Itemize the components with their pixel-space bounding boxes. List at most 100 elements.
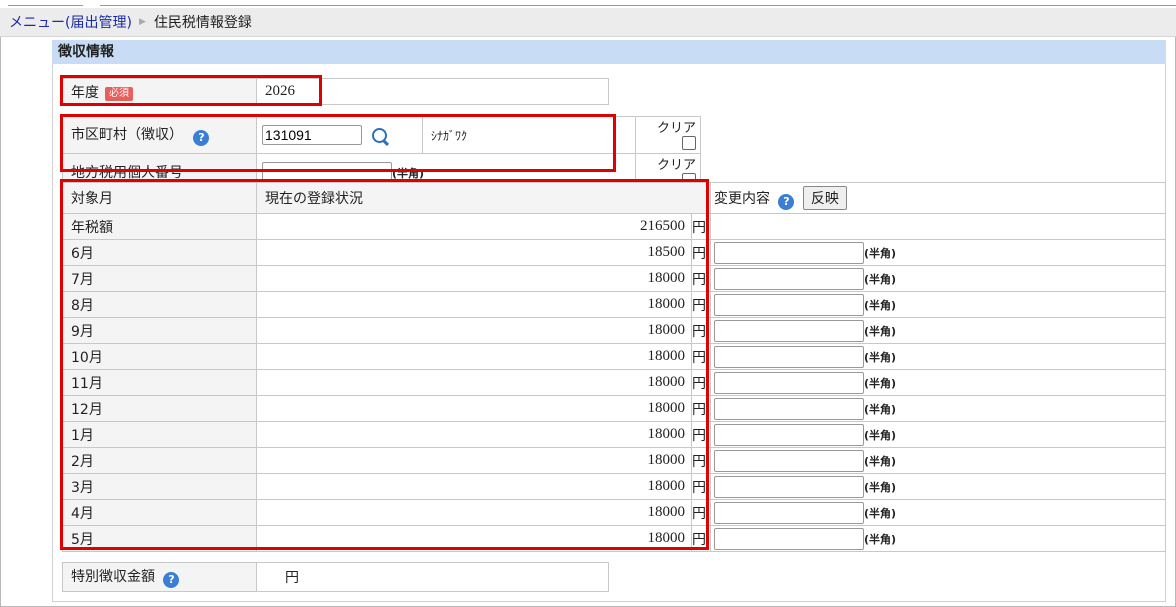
month-change-cell: (半角) xyxy=(710,369,1166,396)
month-change-cell: (半角) xyxy=(710,447,1166,474)
header-month: 対象月 xyxy=(62,182,257,214)
breadcrumb: メニュー(届出管理) ▶ 住民税情報登録 xyxy=(0,8,1176,37)
month-label: 6月 xyxy=(62,239,257,266)
apply-button[interactable]: 反映 xyxy=(802,186,847,210)
month-yen: 円 xyxy=(691,343,711,370)
table-row: 1月 18000 円 (半角) xyxy=(62,421,1166,448)
month-change-hint: (半角) xyxy=(864,298,897,312)
month-change-input[interactable] xyxy=(714,475,864,498)
month-amount: 18000 xyxy=(256,265,692,292)
search-icon[interactable] xyxy=(372,128,388,143)
month-change-hint: (半角) xyxy=(864,350,897,364)
month-amount: 18000 xyxy=(256,447,692,474)
month-change-hint: (半角) xyxy=(864,272,897,286)
month-change-cell: (半角) xyxy=(710,499,1166,526)
personal-number-input[interactable] xyxy=(262,162,392,182)
help-icon[interactable]: ? xyxy=(193,130,210,146)
top-bar xyxy=(0,0,1176,8)
monthly-table: 対象月 現在の登録状況 変更内容 ? 反映 年税額 216500 円 6月 185… xyxy=(62,182,1166,552)
annual-change-cell xyxy=(710,213,1166,240)
breadcrumb-menu-link[interactable]: メニュー(届出管理) xyxy=(9,12,132,32)
municipality-code-input[interactable] xyxy=(262,125,362,145)
month-yen: 円 xyxy=(691,473,711,500)
municipality-label: 市区町村（徴収） xyxy=(71,127,183,143)
month-change-input[interactable] xyxy=(714,397,864,420)
month-change-cell: (半角) xyxy=(710,291,1166,318)
special-collection-table: 特別徴収金額 ? 円 xyxy=(62,562,609,592)
month-change-hint: (半角) xyxy=(864,324,897,338)
month-change-cell: (半角) xyxy=(710,525,1166,552)
month-amount: 18500 xyxy=(256,239,692,266)
month-change-input[interactable] xyxy=(714,319,864,342)
table-row: 8月 18000 円 (半角) xyxy=(62,291,1166,318)
table-row: 6月 18500 円 (半角) xyxy=(62,239,1166,266)
breadcrumb-current: 住民税情報登録 xyxy=(153,15,252,31)
month-label: 8月 xyxy=(62,291,257,318)
month-label: 10月 xyxy=(62,343,257,370)
required-badge: 必須 xyxy=(105,86,133,101)
month-amount: 18000 xyxy=(256,525,692,552)
month-change-input[interactable] xyxy=(714,241,864,264)
help-icon[interactable]: ? xyxy=(163,572,180,588)
month-change-cell: (半角) xyxy=(710,317,1166,344)
municipality-table: 市区町村（徴収） ? ｼﾅｶﾞﾜｸ クリア 地方税用個人番号 (半角) クリア xyxy=(62,116,701,191)
table-row: 7月 18000 円 (半角) xyxy=(62,265,1166,292)
municipality-name: ｼﾅｶﾞﾜｸ xyxy=(422,116,636,154)
month-amount: 18000 xyxy=(256,395,692,422)
special-collection-label-cell: 特別徴収金額 ? xyxy=(62,562,257,592)
table-row: 10月 18000 円 (半角) xyxy=(62,343,1166,370)
month-change-hint: (半角) xyxy=(864,402,897,416)
month-change-hint: (半角) xyxy=(864,246,897,260)
month-change-input[interactable] xyxy=(714,371,864,394)
header-status: 現在の登録状況 xyxy=(256,182,711,214)
personal-number-hint: (半角) xyxy=(392,167,425,180)
personal-number-clear-label: クリア xyxy=(656,158,696,173)
month-amount: 18000 xyxy=(256,499,692,526)
month-yen: 円 xyxy=(691,499,711,526)
year-label-cell: 年度 必須 xyxy=(62,78,257,105)
month-amount: 18000 xyxy=(256,343,692,370)
municipality-label-cell: 市区町村（徴収） ? xyxy=(62,116,257,154)
month-change-input[interactable] xyxy=(714,501,864,524)
month-amount: 18000 xyxy=(256,369,692,396)
month-label: 9月 xyxy=(62,317,257,344)
month-label: 12月 xyxy=(62,395,257,422)
table-row: 9月 18000 円 (半角) xyxy=(62,317,1166,344)
table-row: 11月 18000 円 (半角) xyxy=(62,369,1166,396)
month-change-cell: (半角) xyxy=(710,473,1166,500)
month-change-cell: (半角) xyxy=(710,395,1166,422)
annual-yen: 円 xyxy=(691,213,711,240)
table-row: 12月 18000 円 (半角) xyxy=(62,395,1166,422)
help-icon[interactable]: ? xyxy=(778,194,795,210)
month-change-input[interactable] xyxy=(714,267,864,290)
municipality-code-cell xyxy=(256,116,423,154)
month-amount: 18000 xyxy=(256,317,692,344)
month-change-hint: (半角) xyxy=(864,506,897,520)
month-amount: 18000 xyxy=(256,421,692,448)
month-change-input[interactable] xyxy=(714,449,864,472)
header-filler xyxy=(864,182,1166,214)
month-yen: 円 xyxy=(691,265,711,292)
month-amount: 18000 xyxy=(256,473,692,500)
month-label: 3月 xyxy=(62,473,257,500)
month-yen: 円 xyxy=(691,395,711,422)
month-change-input[interactable] xyxy=(714,527,864,550)
month-label: 2月 xyxy=(62,447,257,474)
month-label: 7月 xyxy=(62,265,257,292)
table-row: 5月 18000 円 (半角) xyxy=(62,525,1166,552)
month-change-input[interactable] xyxy=(714,345,864,368)
annual-amount: 216500 xyxy=(256,213,692,240)
month-yen: 円 xyxy=(691,369,711,396)
municipality-clear-label: クリア xyxy=(656,121,696,136)
month-change-cell: (半角) xyxy=(710,265,1166,292)
section-title: 徴収情報 xyxy=(52,40,1166,64)
month-yen: 円 xyxy=(691,421,711,448)
month-change-input[interactable] xyxy=(714,293,864,316)
special-collection-label: 特別徴収金額 xyxy=(71,569,155,585)
municipality-clear-checkbox[interactable] xyxy=(682,136,696,150)
month-label: 1月 xyxy=(62,421,257,448)
month-change-input[interactable] xyxy=(714,423,864,446)
month-yen: 円 xyxy=(691,291,711,318)
year-table: 年度 必須 2026 xyxy=(62,78,609,105)
month-yen: 円 xyxy=(691,447,711,474)
